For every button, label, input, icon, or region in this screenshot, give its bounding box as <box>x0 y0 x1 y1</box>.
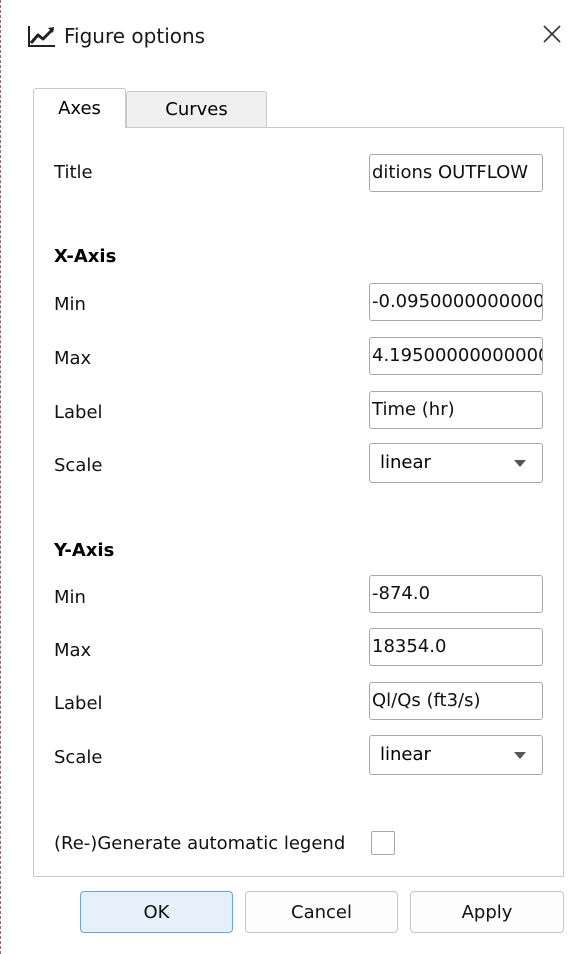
title-label: Title <box>54 162 93 183</box>
window-left-edge <box>0 0 2 954</box>
legend-checkbox[interactable] <box>371 831 395 855</box>
x-label-label: Label <box>54 402 103 423</box>
y-label-label: Label <box>54 693 103 714</box>
y-min-label: Min <box>54 587 86 608</box>
y-max-label: Max <box>54 640 92 661</box>
x-min-label: Min <box>54 294 86 315</box>
chart-line-icon <box>27 24 57 48</box>
y-min-input[interactable]: -874.0 <box>369 575 543 613</box>
close-icon <box>542 24 562 48</box>
axes-tab-panel: Title ditions OUTFLOW X-Axis Min -0.0950… <box>33 127 564 877</box>
y-max-input[interactable]: 18354.0 <box>369 628 543 666</box>
legend-label: (Re-)Generate automatic legend <box>54 833 346 854</box>
apply-button[interactable]: Apply <box>410 891 564 933</box>
y-label-input[interactable]: Ql/Qs (ft3/s) <box>369 682 543 720</box>
window-title: Figure options <box>64 24 206 48</box>
chevron-down-icon <box>514 460 526 467</box>
title-input[interactable]: ditions OUTFLOW <box>369 154 543 192</box>
tab-curves[interactable]: Curves <box>126 91 267 127</box>
x-min-input[interactable]: -0.0950000000000 <box>369 283 543 321</box>
x-scale-label: Scale <box>54 455 103 476</box>
y-scale-select[interactable]: linear <box>369 735 543 775</box>
tab-axes[interactable]: Axes <box>33 88 126 128</box>
y-scale-value: linear <box>380 744 431 765</box>
x-scale-value: linear <box>380 452 431 473</box>
x-scale-select[interactable]: linear <box>369 443 543 483</box>
x-max-input[interactable]: 4.19500000000000 <box>369 337 543 375</box>
chevron-down-icon <box>514 752 526 759</box>
cancel-button[interactable]: Cancel <box>245 891 398 933</box>
x-label-input[interactable]: Time (hr) <box>369 391 543 429</box>
x-max-label: Max <box>54 348 92 369</box>
title-bar[interactable]: Figure options <box>0 0 577 70</box>
ok-button[interactable]: OK <box>80 891 233 933</box>
y-scale-label: Scale <box>54 747 103 768</box>
y-axis-heading: Y-Axis <box>54 540 115 561</box>
x-axis-heading: X-Axis <box>54 246 117 267</box>
close-button[interactable] <box>536 20 568 52</box>
figure-options-dialog: Figure options Axes Curves Title ditions… <box>0 0 577 954</box>
